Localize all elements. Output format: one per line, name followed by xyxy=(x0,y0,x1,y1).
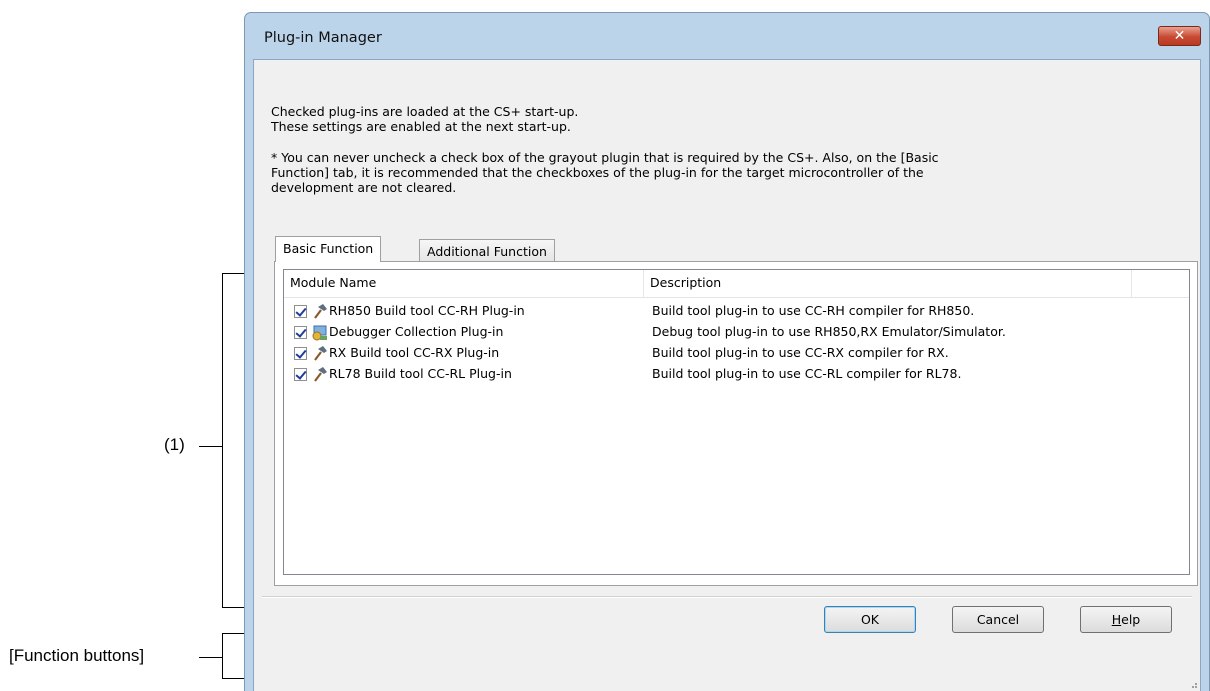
list-item[interactable]: RX Build tool CC-RX Plug-in Build tool p… xyxy=(284,343,1189,364)
note-line-3: development are not cleared. xyxy=(271,180,457,195)
hammer-icon xyxy=(314,304,327,319)
annotation-list-bracket-bottom xyxy=(222,607,244,608)
cancel-button[interactable]: Cancel xyxy=(952,606,1044,633)
annotation-buttons-label: [Function buttons] xyxy=(9,646,145,665)
module-name: RX Build tool CC-RX Plug-in xyxy=(329,345,500,360)
annotation-buttons-bracket-top xyxy=(222,633,244,634)
tab-additional-function[interactable]: Additional Function xyxy=(419,239,555,263)
title-bar[interactable]: Plug-in Manager ✕ xyxy=(245,13,1209,59)
list-item[interactable]: RH850 Build tool CC-RH Plug-in Build too… xyxy=(284,301,1189,322)
annotation-list-leader xyxy=(199,446,222,447)
tab-panel-basic-function: Module Name Description RH850 Build tool… xyxy=(274,261,1198,586)
annotation-list-bracket-top xyxy=(222,273,244,274)
list-header: Module Name Description xyxy=(284,270,1189,298)
ok-button[interactable]: OK xyxy=(824,606,916,633)
tab-basic-function[interactable]: Basic Function xyxy=(275,236,382,262)
list-item[interactable]: Debugger Collection Plug-in Debug tool p… xyxy=(284,322,1189,343)
info-line-2: These settings are enabled at the next s… xyxy=(271,119,571,134)
debugger-icon xyxy=(312,325,327,341)
module-description: Debug tool plug-in to use RH850,RX Emula… xyxy=(652,324,1006,339)
button-separator xyxy=(262,596,1192,598)
column-header-filler xyxy=(1132,270,1189,297)
plugin-manager-dialog: Plug-in Manager ✕ Checked plug-ins are l… xyxy=(244,12,1210,691)
note-line-1: * You can never uncheck a check box of t… xyxy=(271,150,939,165)
close-button[interactable]: ✕ xyxy=(1158,26,1201,46)
annotation-buttons-bracket-bottom xyxy=(222,678,244,679)
resize-grip-icon[interactable] xyxy=(1188,679,1198,689)
hammer-icon xyxy=(314,367,327,382)
module-name: Debugger Collection Plug-in xyxy=(329,324,504,339)
dialog-client-area: Checked plug-ins are loaded at the CS+ s… xyxy=(253,59,1201,691)
plugin-list[interactable]: Module Name Description RH850 Build tool… xyxy=(283,269,1190,575)
column-header-module-name[interactable]: Module Name xyxy=(284,270,644,297)
help-label-rest: elp xyxy=(1121,612,1141,627)
annotation-list-bracket xyxy=(222,273,223,607)
module-description: Build tool plug-in to use CC-RL compiler… xyxy=(652,366,962,381)
list-item[interactable]: RL78 Build tool CC-RL Plug-in Build tool… xyxy=(284,364,1189,385)
plugin-checkbox[interactable] xyxy=(294,347,307,360)
hammer-icon xyxy=(314,346,327,361)
close-icon: ✕ xyxy=(1173,28,1186,44)
annotation-list-label: (1) xyxy=(164,435,185,454)
annotation-buttons-leader xyxy=(199,657,222,658)
info-line-1: Checked plug-ins are loaded at the CS+ s… xyxy=(271,104,579,119)
module-description: Build tool plug-in to use CC-RH compiler… xyxy=(652,303,975,318)
help-button[interactable]: Help xyxy=(1080,606,1172,633)
plugin-checkbox[interactable] xyxy=(294,305,307,318)
plugin-checkbox[interactable] xyxy=(294,326,307,339)
module-name: RL78 Build tool CC-RL Plug-in xyxy=(329,366,512,381)
dialog-title: Plug-in Manager xyxy=(264,30,382,46)
module-name: RH850 Build tool CC-RH Plug-in xyxy=(329,303,525,318)
annotation-buttons-bracket xyxy=(222,633,223,678)
help-mnemonic: H xyxy=(1111,612,1122,627)
note-line-2: Function] tab, it is recommended that th… xyxy=(271,165,924,180)
column-header-description[interactable]: Description xyxy=(644,270,1132,297)
plugin-checkbox[interactable] xyxy=(294,368,307,381)
module-description: Build tool plug-in to use CC-RX compiler… xyxy=(652,345,949,360)
